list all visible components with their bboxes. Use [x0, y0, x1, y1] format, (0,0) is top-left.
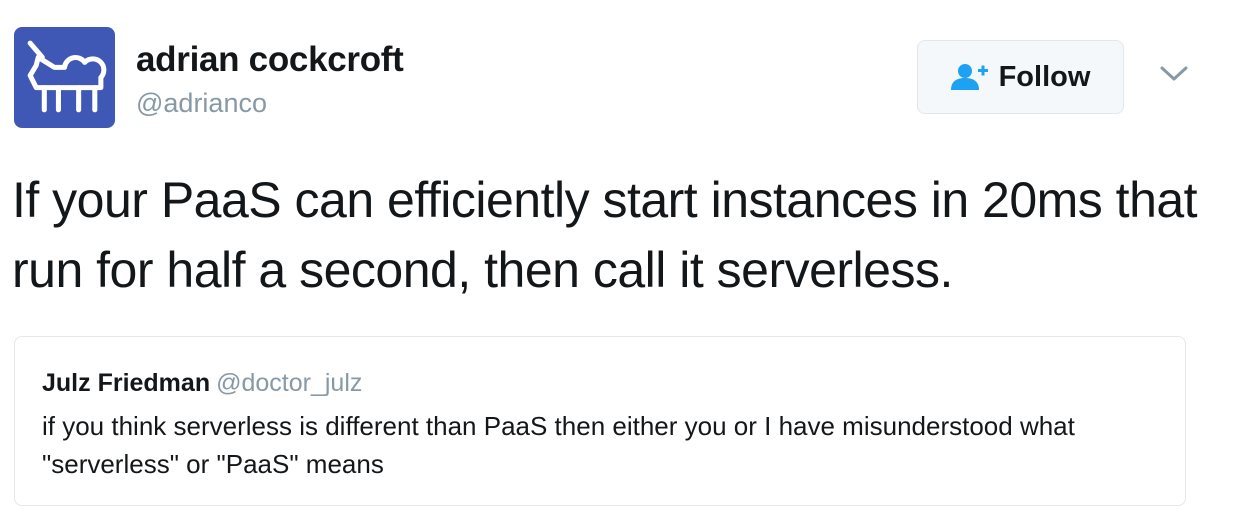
follow-user-icon	[950, 64, 988, 90]
quoted-author-username: @doctor_julz	[216, 369, 363, 397]
chevron-down-icon	[1160, 66, 1188, 81]
author-username[interactable]: @adrianco	[136, 88, 267, 119]
quoted-author-name: Julz Friedman	[42, 369, 211, 397]
follow-button[interactable]: Follow	[917, 40, 1124, 114]
quoted-tweet-text: if you think serverless is different tha…	[42, 411, 1075, 479]
follow-label: Follow	[998, 60, 1091, 93]
quoted-tweet-header: Julz Friedman @doctor_julz	[42, 369, 362, 398]
quoted-tweet[interactable]: Julz Friedman @doctor_julz if you think s…	[14, 336, 1186, 506]
avatar[interactable]	[14, 27, 115, 128]
tweet-text: If your PaaS can efficiently start insta…	[12, 172, 1198, 298]
more-options-button[interactable]	[1158, 62, 1190, 86]
unicorn-cloud-icon	[27, 40, 107, 113]
author-display-name[interactable]: adrian cockcroft	[136, 40, 404, 80]
